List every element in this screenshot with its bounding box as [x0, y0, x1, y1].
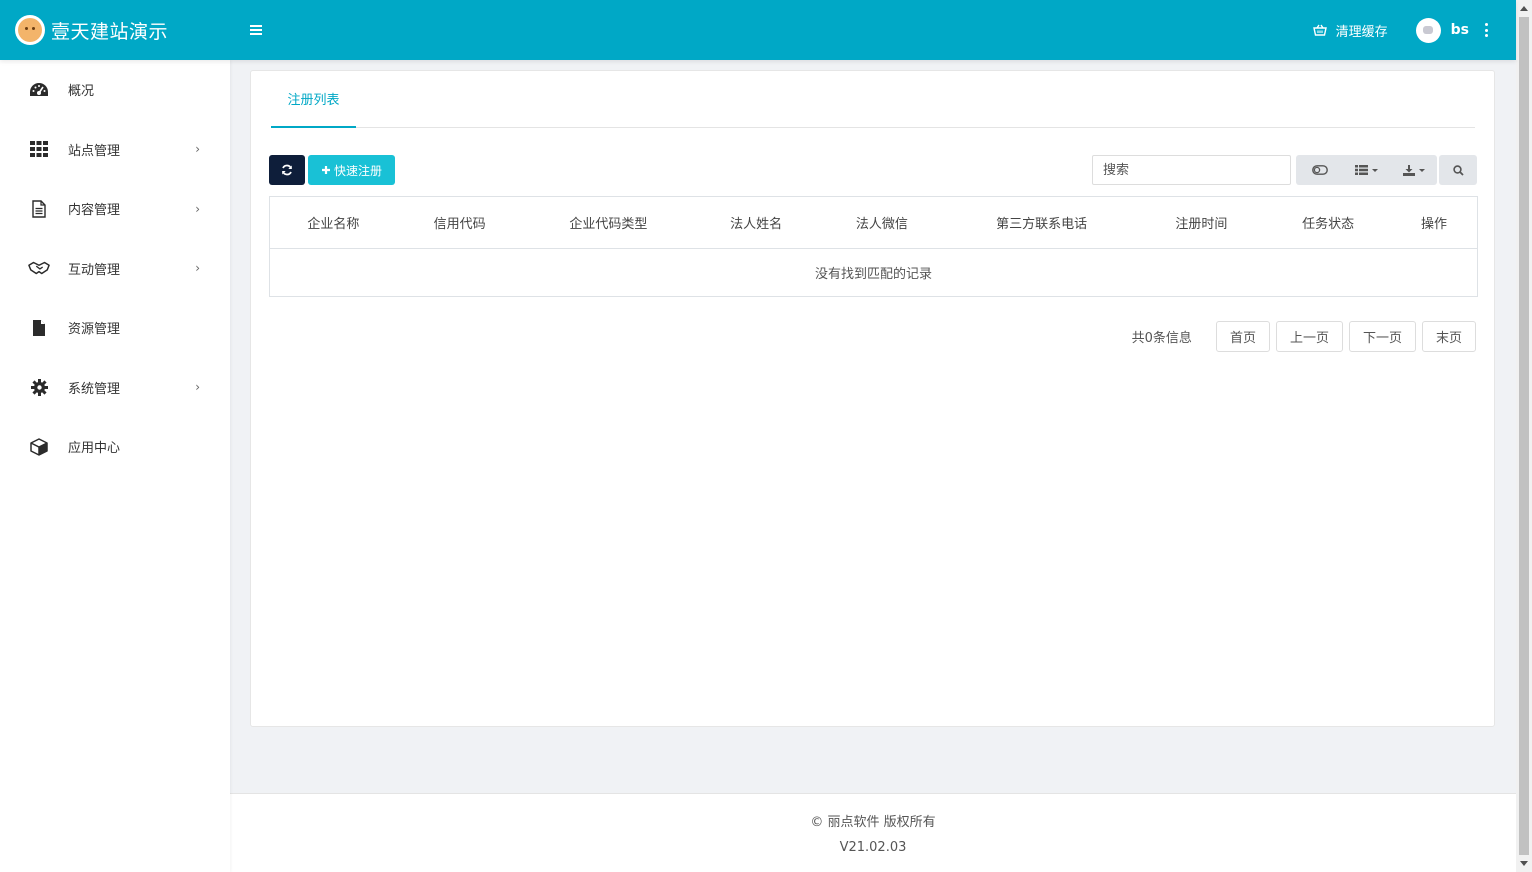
top-navbar: 壹天建站演示 清理缓存 bs	[0, 0, 1516, 60]
basket-icon	[1312, 24, 1327, 36]
sidebar-item-overview[interactable]: 概况	[0, 60, 230, 120]
column-header[interactable]: 法人微信	[818, 197, 946, 249]
caret-down-icon	[1372, 168, 1378, 172]
content-card: 注册列表 快速注册 搜索 企业名称 信用代码 企业代码类型 法人姓名 法人微信 …	[250, 70, 1495, 727]
plus-icon	[321, 166, 330, 174]
brand[interactable]: 壹天建站演示	[0, 0, 230, 60]
toggle-view-button[interactable]	[1296, 155, 1343, 185]
clear-cache-button[interactable]: 清理缓存	[1312, 21, 1388, 40]
table-toolbar: 快速注册	[269, 155, 1478, 187]
download-icon	[1402, 164, 1415, 176]
quick-register-label: 快速注册	[333, 163, 382, 178]
sidebar-item-app-center[interactable]: 应用中心	[0, 417, 230, 477]
sidebar-item-label: 系统管理	[68, 381, 121, 397]
column-header[interactable]: 法人姓名	[694, 197, 819, 249]
gear-icon	[28, 378, 50, 396]
next-page-button[interactable]: 下一页	[1348, 321, 1416, 352]
refresh-button[interactable]	[269, 155, 305, 185]
chevron-right-icon: ›	[195, 380, 200, 395]
quick-register-button[interactable]: 快速注册	[308, 155, 395, 185]
sidebar-item-label: 互动管理	[68, 262, 121, 278]
column-header[interactable]: 第三方联系电话	[945, 197, 1138, 249]
caret-down-icon	[1418, 168, 1425, 172]
sidebar: 概况 站点管理 › 内容管理 › 互动管理 › 资源管理 系统管理 › 应用中心	[0, 60, 230, 872]
user-menu[interactable]: bs	[1415, 17, 1485, 43]
avatar	[1415, 17, 1441, 43]
search-input[interactable]	[1092, 155, 1291, 185]
last-page-button[interactable]: 末页	[1421, 321, 1476, 352]
table-row: 没有找到匹配的记录	[270, 248, 1477, 296]
pagination-info: 共0条信息	[1131, 331, 1192, 346]
sidebar-item-label: 内容管理	[68, 203, 121, 219]
column-header[interactable]: 企业名称	[270, 197, 397, 249]
toggle-icon	[1311, 165, 1328, 175]
refresh-icon	[282, 164, 292, 176]
version-text: V21.02.03	[839, 840, 907, 855]
brand-logo	[15, 15, 45, 45]
column-header[interactable]: 任务状态	[1265, 197, 1392, 249]
scroll-down-icon[interactable]	[1520, 861, 1528, 866]
scrollbar-thumb[interactable]	[1519, 17, 1529, 855]
sidebar-item-system-management[interactable]: 系统管理 ›	[0, 358, 230, 418]
user-name: bs	[1450, 22, 1469, 38]
main-content: 注册列表 快速注册 搜索 企业名称 信用代码 企业代码类型 法人姓名 法人微信 …	[230, 60, 1516, 872]
sidebar-item-resource-management[interactable]: 资源管理	[0, 298, 230, 358]
column-header[interactable]: 企业代码类型	[522, 197, 695, 249]
chevron-right-icon: ›	[195, 261, 200, 276]
sidebar-item-content-management[interactable]: 内容管理 ›	[0, 179, 230, 239]
sidebar-item-label: 概况	[68, 84, 95, 100]
export-dropdown-button[interactable]	[1390, 155, 1437, 185]
copyright-text: © 丽点软件 版权所有	[810, 815, 936, 830]
vertical-scrollbar[interactable]	[1516, 0, 1532, 872]
column-header[interactable]: 信用代码	[396, 197, 523, 249]
sidebar-item-label: 资源管理	[68, 322, 121, 338]
sidebar-item-site-management[interactable]: 站点管理 ›	[0, 120, 230, 180]
cube-icon	[28, 438, 50, 456]
column-header[interactable]: 注册时间	[1137, 197, 1266, 249]
empty-message: 没有找到匹配的记录	[814, 266, 932, 282]
search-button[interactable]	[1439, 155, 1477, 185]
list-icon	[1355, 165, 1368, 175]
column-header: 操作	[1391, 197, 1477, 249]
clear-cache-label: 清理缓存	[1335, 24, 1388, 40]
handshake-icon	[28, 260, 50, 276]
brand-title: 壹天建站演示	[51, 20, 169, 43]
sidebar-item-interaction-management[interactable]: 互动管理 ›	[0, 239, 230, 299]
dashboard-icon	[28, 82, 50, 98]
menu-toggle-icon[interactable]	[250, 25, 262, 35]
sidebar-item-label: 站点管理	[68, 143, 121, 159]
table-options-group	[1296, 155, 1437, 185]
tab-bar: 注册列表	[271, 71, 1475, 128]
scroll-up-icon[interactable]	[1520, 6, 1528, 11]
prev-page-button[interactable]: 上一页	[1275, 321, 1343, 352]
grid-icon	[28, 141, 50, 158]
pagination: 共0条信息 首页 上一页 下一页 末页	[1131, 321, 1476, 352]
file-icon	[28, 319, 50, 337]
tab-registration-list[interactable]: 注册列表	[271, 71, 356, 128]
registration-table: 企业名称 信用代码 企业代码类型 法人姓名 法人微信 第三方联系电话 注册时间 …	[269, 196, 1478, 297]
footer: © 丽点软件 版权所有 V21.02.03	[230, 793, 1516, 872]
sidebar-item-label: 应用中心	[68, 441, 121, 457]
search-icon	[1452, 164, 1464, 176]
table-header-row: 企业名称 信用代码 企业代码类型 法人姓名 法人微信 第三方联系电话 注册时间 …	[270, 197, 1477, 249]
chevron-right-icon: ›	[195, 142, 200, 157]
first-page-button[interactable]: 首页	[1215, 321, 1270, 352]
columns-dropdown-button[interactable]	[1343, 155, 1390, 185]
more-options-icon[interactable]	[1485, 23, 1488, 37]
document-icon	[28, 200, 50, 218]
chevron-right-icon: ›	[195, 201, 200, 216]
